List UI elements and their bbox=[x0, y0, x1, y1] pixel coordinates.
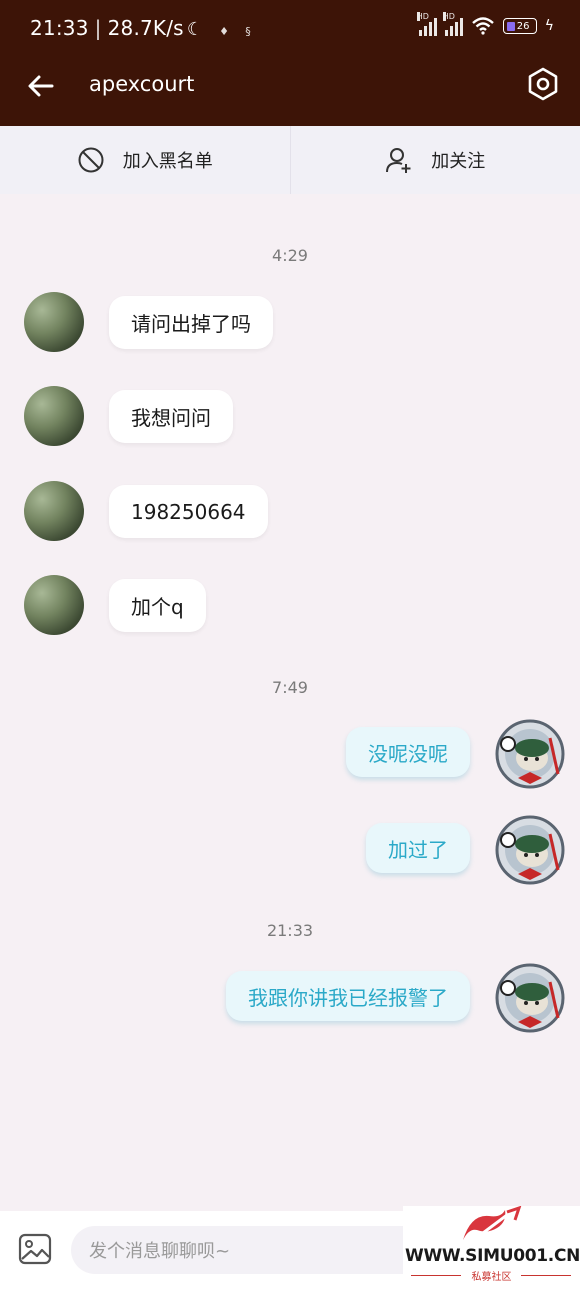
moon-icon: ☾ bbox=[186, 19, 204, 40]
action-bar: 加入黑名单 加关注 bbox=[0, 126, 580, 194]
status-separator: | bbox=[94, 16, 102, 40]
hd-badge-2: HD bbox=[442, 12, 455, 21]
message-bubble-sent[interactable]: 没呢没呢 bbox=[346, 727, 470, 777]
message-bubble[interactable]: 198250664 bbox=[109, 485, 268, 538]
avatar[interactable] bbox=[24, 481, 84, 541]
chat-area[interactable]: 4:29 请问出掉了吗 我想问问 198250664 加个q 7:49 没呢没呢… bbox=[0, 194, 580, 1211]
message-bubble-sent[interactable]: 加过了 bbox=[366, 823, 470, 873]
status-right: HD HD 26 ϟ bbox=[416, 12, 554, 36]
back-arrow-icon[interactable] bbox=[24, 69, 58, 103]
signal-icon-2: HD bbox=[442, 12, 463, 36]
status-left: 21:33 | 28.7K/s ☾ ♦ § bbox=[30, 16, 251, 40]
message-bubble-sent[interactable]: 我跟你讲我已经报警了 bbox=[226, 971, 470, 1021]
user-avatar-icon[interactable] bbox=[494, 718, 566, 790]
status-time: 21:33 bbox=[30, 16, 89, 40]
message-bubble[interactable]: 我想问问 bbox=[109, 390, 233, 443]
wifi-icon bbox=[471, 17, 494, 35]
status-bar: 21:33 | 28.7K/s ☾ ♦ § HD HD 26 ϟ bbox=[0, 0, 580, 56]
block-icon bbox=[78, 147, 104, 173]
message-bubble[interactable]: 请问出掉了吗 bbox=[109, 296, 273, 349]
page-title: apexcourt bbox=[89, 72, 195, 96]
timestamp: 4:29 bbox=[272, 246, 308, 265]
avatar[interactable] bbox=[24, 386, 84, 446]
image-icon[interactable] bbox=[18, 1232, 52, 1266]
watermark-line-right bbox=[521, 1275, 571, 1276]
battery-level: 26 bbox=[516, 20, 530, 32]
block-button[interactable]: 加入黑名单 bbox=[0, 126, 290, 194]
watermark-logo-icon bbox=[463, 1206, 522, 1240]
notification-icon: ♦ bbox=[219, 25, 230, 38]
hd-badge: HD bbox=[416, 12, 429, 21]
network-speed: 28.7K/s bbox=[107, 16, 184, 40]
user-avatar-icon[interactable] bbox=[494, 814, 566, 886]
settings-icon[interactable] bbox=[526, 67, 560, 101]
avatar[interactable] bbox=[24, 575, 84, 635]
watermark: WWW.SIMU001.CN 私募社区 bbox=[403, 1206, 580, 1289]
charging-icon: ϟ bbox=[544, 18, 554, 34]
avatar[interactable] bbox=[24, 292, 84, 352]
message-input-placeholder: 发个消息聊聊呗~ bbox=[89, 1241, 231, 1262]
follow-label: 加关注 bbox=[431, 151, 486, 172]
timestamp: 21:33 bbox=[266, 921, 314, 940]
app-notification-icon: § bbox=[245, 25, 251, 38]
app-header: apexcourt bbox=[0, 56, 580, 126]
user-avatar-icon[interactable] bbox=[494, 962, 566, 1034]
battery-icon: 26 bbox=[502, 18, 537, 34]
follow-button[interactable]: 加关注 bbox=[289, 126, 580, 194]
message-bubble[interactable]: 加个q bbox=[109, 579, 206, 632]
watermark-site: WWW.SIMU001.CN bbox=[405, 1246, 580, 1266]
add-user-icon bbox=[386, 148, 411, 173]
top-bar: 21:33 | 28.7K/s ☾ ♦ § HD HD 26 ϟ apexcou… bbox=[0, 0, 580, 126]
block-label: 加入黑名单 bbox=[122, 151, 213, 172]
signal-icon: HD bbox=[416, 12, 437, 36]
timestamp: 7:49 bbox=[272, 678, 308, 697]
